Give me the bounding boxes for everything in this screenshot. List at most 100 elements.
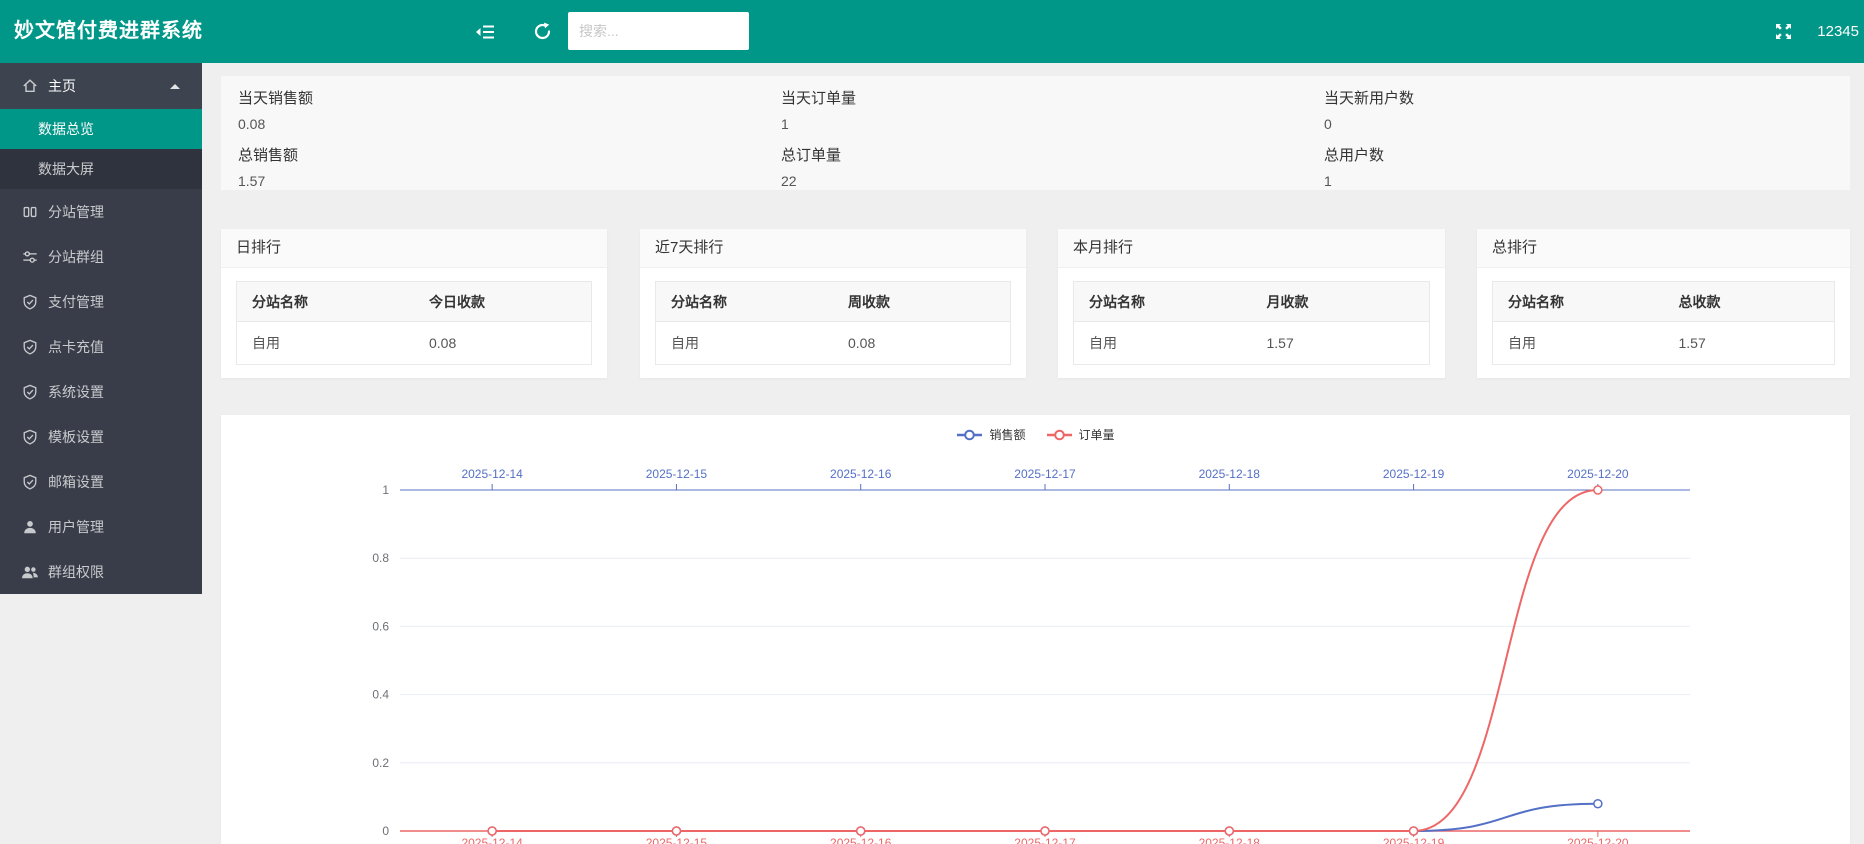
- sidebar-item-label: 主页: [48, 76, 76, 96]
- legend-label: 订单量: [1079, 426, 1115, 443]
- sidebar-item[interactable]: 点卡充值: [0, 324, 202, 369]
- data-point[interactable]: [1410, 827, 1418, 835]
- sidebar-item[interactable]: 分站群组: [0, 234, 202, 279]
- rank-cell: 自用: [656, 322, 834, 365]
- top-x-axis-label: 2025-12-18: [1199, 467, 1261, 481]
- stat-label: 当天订单量: [781, 87, 1307, 108]
- stat-label: 总订单量: [781, 144, 1307, 165]
- rank-cell: 0.08: [833, 322, 1011, 365]
- stat-cell: 总用户数1: [1307, 133, 1850, 190]
- top-x-axis-label: 2025-12-15: [646, 467, 708, 481]
- bottom-x-axis-label: 2025-12-20: [1567, 836, 1629, 844]
- line-chart[interactable]: 00.20.40.60.812025-12-142025-12-152025-1…: [221, 415, 1850, 844]
- data-point[interactable]: [1225, 827, 1233, 835]
- top-header: 妙文馆付费进群系统: [0, 0, 1864, 63]
- stat-value: 0.08: [238, 116, 764, 132]
- bottom-x-axis-label: 2025-12-17: [1014, 836, 1076, 844]
- sidebar-item-label: 群组权限: [48, 562, 104, 582]
- search-input[interactable]: [568, 12, 749, 50]
- legend-line-marker-icon: [1046, 429, 1073, 441]
- sidebar-item-label: 分站群组: [48, 247, 104, 267]
- sidebar-item[interactable]: 分站管理: [0, 189, 202, 234]
- table-row: 自用1.57: [1493, 322, 1835, 365]
- user-menu[interactable]: 12345: [1817, 0, 1859, 63]
- sidebar-item[interactable]: 系统设置: [0, 369, 202, 414]
- app-title: 妙文馆付费进群系统: [14, 0, 203, 63]
- table-row: 自用1.57: [1074, 322, 1430, 365]
- ranking-card: 日排行分站名称今日收款自用0.08: [221, 229, 607, 378]
- legend-line-marker-icon: [956, 429, 983, 441]
- data-point[interactable]: [488, 827, 496, 835]
- stat-value: 1.57: [238, 173, 764, 189]
- top-x-axis-label: 2025-12-17: [1014, 467, 1076, 481]
- sidebar-subitem[interactable]: 数据总览: [0, 109, 202, 149]
- sidebar-item[interactable]: 邮箱设置: [0, 459, 202, 504]
- legend-item-订单量[interactable]: 订单量: [1046, 426, 1115, 443]
- rank-col-header: 总收款: [1664, 282, 1835, 322]
- stat-cell: 当天订单量 1: [764, 76, 1307, 133]
- legend-item-销售额[interactable]: 销售额: [956, 426, 1025, 443]
- ranking-card: 近7天排行分站名称周收款自用0.08: [640, 229, 1026, 378]
- rank-table: 分站名称周收款自用0.08: [655, 281, 1011, 365]
- ranking-card: 本月排行分站名称月收款自用1.57: [1058, 229, 1445, 378]
- stat-value: 0: [1324, 116, 1850, 132]
- y-axis-label: 0: [382, 824, 389, 838]
- stat-label: 总销售额: [238, 144, 764, 165]
- bottom-x-axis-label: 2025-12-15: [646, 836, 708, 844]
- top-x-axis-label: 2025-12-19: [1383, 467, 1445, 481]
- bottom-x-axis-label: 2025-12-18: [1199, 836, 1261, 844]
- rank-cell: 1.57: [1664, 322, 1835, 365]
- data-point[interactable]: [857, 827, 865, 835]
- bottom-x-axis-label: 2025-12-19: [1383, 836, 1445, 844]
- fullscreen-icon[interactable]: [1762, 0, 1804, 63]
- y-axis-label: 1: [382, 483, 389, 497]
- rank-col-header: 今日收款: [414, 282, 592, 322]
- chart-card: 销售额订单量 00.20.40.60.812025-12-142025-12-1…: [221, 415, 1850, 844]
- rank-card-title: 总排行: [1477, 229, 1850, 268]
- search-box: [568, 12, 749, 50]
- collapse-sidebar-icon[interactable]: [464, 0, 506, 63]
- table-row: 自用0.08: [237, 322, 592, 365]
- y-axis-label: 0.2: [372, 756, 389, 770]
- rank-card-body: 分站名称总收款自用1.57: [1477, 268, 1850, 365]
- rank-cell: 自用: [1493, 322, 1664, 365]
- sidebar-item[interactable]: 用户管理: [0, 504, 202, 549]
- sidebar-item-label: 邮箱设置: [48, 472, 104, 492]
- data-point[interactable]: [672, 827, 680, 835]
- sidebar-item[interactable]: 群组权限: [0, 549, 202, 594]
- rank-table: 分站名称月收款自用1.57: [1073, 281, 1430, 365]
- table-row: 自用0.08: [656, 322, 1011, 365]
- rank-card-title: 本月排行: [1058, 229, 1445, 268]
- rank-card-title: 近7天排行: [640, 229, 1026, 268]
- data-point[interactable]: [1041, 827, 1049, 835]
- sidebar-item-label: 点卡充值: [48, 337, 104, 357]
- stats-panel: 当天销售额0.08当天订单量1当天新用户数0总销售额1.57总订单量22总用户数…: [221, 76, 1850, 190]
- sidebar-item-home[interactable]: 主页: [0, 63, 202, 109]
- stat-cell: 总订单量22: [764, 133, 1307, 190]
- rank-cell: 0.08: [414, 322, 592, 365]
- app-root: 妙文馆付费进群系统: [0, 0, 1864, 844]
- stat-cell: 当天新用户数0: [1307, 76, 1850, 133]
- y-axis-label: 0.8: [372, 551, 389, 565]
- sidebar-item[interactable]: 支付管理: [0, 279, 202, 324]
- data-point[interactable]: [1594, 800, 1602, 808]
- columns-icon: [21, 203, 39, 221]
- data-point[interactable]: [1594, 486, 1602, 494]
- rank-card-body: 分站名称周收款自用0.08: [640, 268, 1026, 365]
- rank-cell: 自用: [237, 322, 415, 365]
- stat-value: 1: [781, 116, 1307, 132]
- home-icon: [21, 77, 39, 95]
- refresh-icon[interactable]: [521, 0, 563, 63]
- rank-col-header: 分站名称: [1493, 282, 1664, 322]
- chart-legend: 销售额 订单量: [221, 426, 1850, 443]
- rank-col-header: 月收款: [1252, 282, 1430, 322]
- sidebar-subitem[interactable]: 数据大屏: [0, 149, 202, 189]
- stat-cell: 当天销售额0.08: [221, 76, 764, 133]
- rank-table: 分站名称今日收款自用0.08: [236, 281, 592, 365]
- stat-label: 总用户数: [1324, 144, 1850, 165]
- user-icon: [21, 518, 39, 536]
- shield-check-icon: [21, 383, 39, 401]
- sidebar-item[interactable]: 模板设置: [0, 414, 202, 459]
- rank-col-header: 分站名称: [1074, 282, 1252, 322]
- rank-card-body: 分站名称今日收款自用0.08: [221, 268, 607, 365]
